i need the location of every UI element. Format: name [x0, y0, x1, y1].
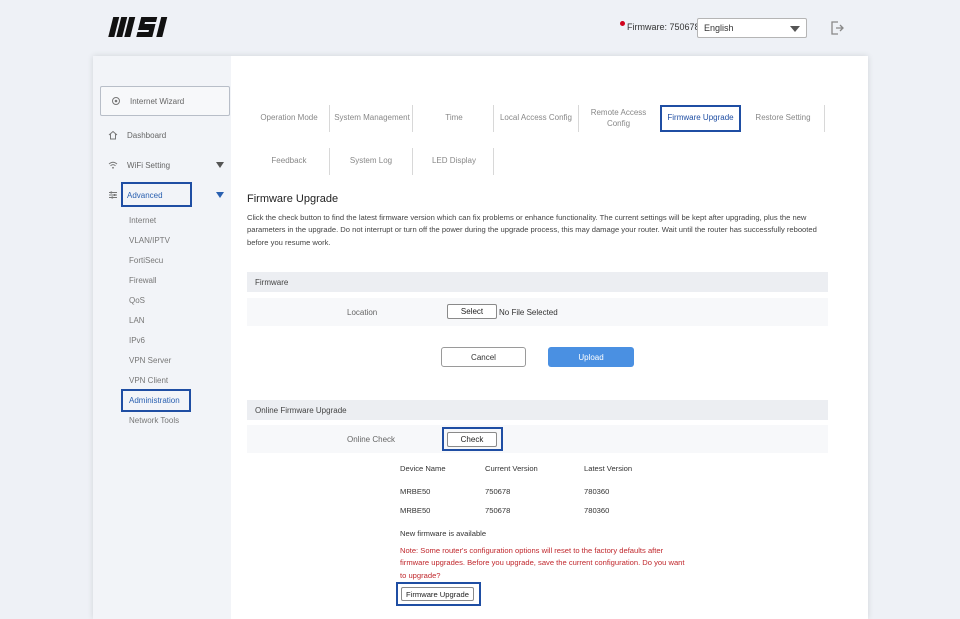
sidebar-item-label: Dashboard — [127, 130, 167, 140]
highlight-box — [121, 182, 192, 207]
highlight-box — [442, 427, 503, 451]
online-check-label: Online Check — [347, 435, 396, 444]
tab-divider — [412, 148, 413, 175]
page-title: Firmware Upgrade — [247, 193, 339, 205]
select-file-button[interactable]: Select — [447, 304, 497, 319]
table-header-current-version: Current Version — [485, 464, 538, 473]
firmware-version-indicator: Firmware: 750678 — [620, 20, 700, 32]
location-label: Location — [347, 308, 378, 317]
tab-operation-mode[interactable]: Operation Mode — [253, 105, 325, 132]
table-header-device-name: Device Name — [400, 464, 446, 473]
firmware-upgrade-button[interactable]: Firmware Upgrade — [401, 587, 474, 601]
sidebar-item-dashboard[interactable]: Dashboard — [108, 130, 166, 140]
table-cell-device-name: MRBE50 — [400, 487, 431, 496]
table-cell-latest-version: 780360 — [584, 506, 610, 515]
wifi-icon — [108, 161, 118, 169]
sidebar-subitem-internet[interactable]: Internet — [129, 216, 156, 225]
sidebar-subitem-lan[interactable]: LAN — [129, 316, 145, 325]
gear-icon — [112, 97, 120, 105]
online-check-row — [247, 425, 828, 453]
page-description: Click the check button to find the lates… — [247, 213, 817, 247]
tab-feedback[interactable]: Feedback — [253, 148, 325, 175]
sidebar-item-wifi-setting[interactable]: WiFi Setting — [108, 160, 224, 170]
tab-divider — [493, 148, 494, 175]
language-select-value: English — [704, 23, 734, 33]
tab-remote-access-config[interactable]: Remote Access Config — [581, 105, 656, 132]
table-cell-current-version: 750678 — [485, 506, 511, 515]
upload-button[interactable]: Upload — [548, 347, 634, 367]
home-icon — [108, 130, 118, 140]
sidebar-subitem-vpn-client[interactable]: VPN Client — [129, 376, 168, 385]
tab-divider — [824, 105, 825, 132]
tab-system-management[interactable]: System Management — [332, 105, 412, 132]
chevron-down-icon — [790, 26, 800, 32]
language-select[interactable]: English — [697, 18, 807, 38]
logout-icon[interactable] — [829, 20, 845, 36]
sidebar-subitem-ipv6[interactable]: IPv6 — [129, 336, 145, 345]
tab-divider — [493, 105, 494, 132]
sidebar-subitem-vlan-iptv[interactable]: VLAN/IPTV — [129, 236, 170, 245]
online-upgrade-section-header: Online Firmware Upgrade — [247, 400, 828, 420]
tab-restore-setting[interactable]: Restore Setting — [745, 105, 821, 132]
tab-local-access-config[interactable]: Local Access Config — [496, 105, 576, 132]
tab-time[interactable]: Time — [415, 105, 493, 132]
sidebar-subitem-fortisecu[interactable]: FortiSecu — [129, 256, 163, 265]
tab-divider — [412, 105, 413, 132]
sliders-icon — [109, 191, 117, 199]
tab-divider — [578, 105, 579, 132]
msi-logo — [108, 17, 168, 37]
table-cell-latest-version: 780360 — [584, 487, 610, 496]
tab-led-display[interactable]: LED Display — [415, 148, 493, 175]
tab-divider — [329, 105, 330, 132]
table-header-latest-version: Latest Version — [584, 464, 633, 473]
internet-wizard-button[interactable]: Internet Wizard — [100, 86, 230, 116]
tab-system-log[interactable]: System Log — [332, 148, 410, 175]
alert-dot-icon — [620, 20, 625, 26]
table-cell-current-version: 750678 — [485, 487, 511, 496]
sidebar-subitem-qos[interactable]: QoS — [129, 296, 145, 305]
file-status-text: No File Selected — [499, 308, 558, 317]
chevron-down-icon — [216, 162, 224, 168]
table-cell-device-name: MRBE50 — [400, 506, 431, 515]
chevron-down-icon — [216, 192, 224, 198]
main-panel: Internet Wizard Dashboard WiFi Setting A… — [93, 56, 868, 619]
highlight-box — [121, 389, 191, 412]
internet-wizard-label: Internet Wizard — [130, 96, 185, 106]
cancel-button[interactable]: Cancel — [441, 347, 526, 367]
sidebar-item-label: WiFi Setting — [127, 160, 171, 170]
firmware-section-header: Firmware — [247, 272, 828, 292]
sidebar: Internet Wizard Dashboard WiFi Setting A… — [93, 56, 231, 619]
upgrade-warning-note: Note: Some router's configuration option… — [400, 546, 685, 580]
sidebar-subitem-network-tools[interactable]: Network Tools — [129, 416, 179, 425]
sidebar-subitem-vpn-server[interactable]: VPN Server — [129, 356, 171, 365]
new-firmware-message: New firmware is available — [400, 529, 487, 538]
highlight-box — [660, 105, 741, 132]
tab-divider — [329, 148, 330, 175]
firmware-version-label: Firmware: 750678 — [627, 22, 700, 32]
sidebar-subitem-firewall[interactable]: Firewall — [129, 276, 157, 285]
